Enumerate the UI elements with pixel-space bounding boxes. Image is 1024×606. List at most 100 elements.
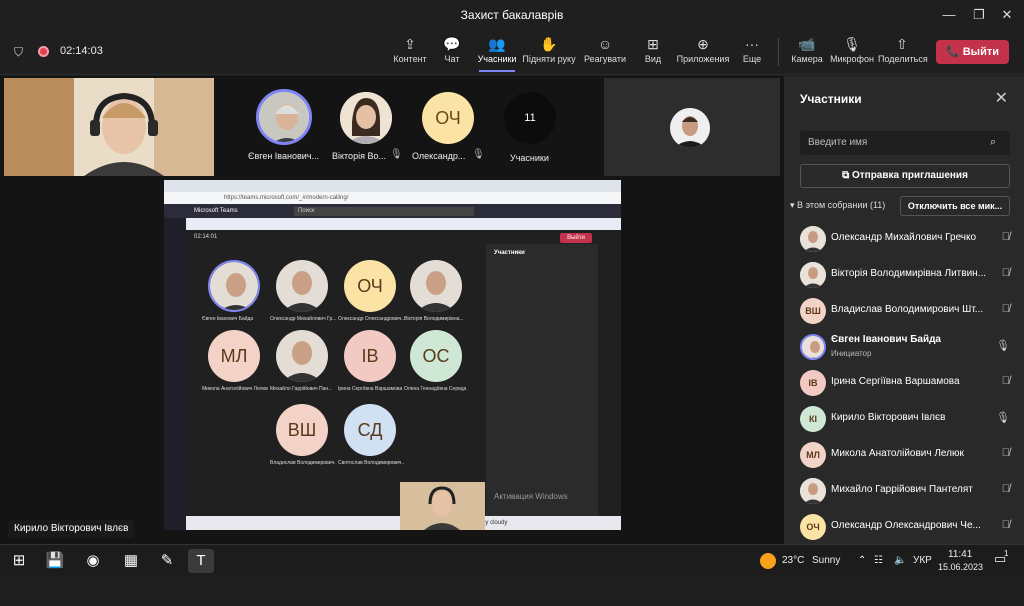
shared-avatar-initials: ОС	[410, 330, 462, 382]
window-title: Захист бакалаврів	[460, 8, 564, 22]
participant-search-input[interactable]: Введите имя	[800, 131, 1010, 155]
speaker-icon[interactable]: 🔈	[894, 555, 906, 566]
calculator-icon[interactable]: ▦	[118, 549, 144, 573]
save-app-icon[interactable]: 💾	[42, 549, 68, 573]
participant-row[interactable]: ВШ Владислав Володимирович Шт... 🎙̸	[784, 293, 1024, 329]
avatar-photo	[670, 108, 710, 148]
participant-row[interactable]: Євген Іванович Байда Инициатор 🎙	[784, 329, 1024, 365]
avatar-initials: МЛ	[800, 442, 826, 468]
react-button[interactable]: ☺ Реагувати	[580, 34, 630, 70]
participant-role: Инициатор	[831, 349, 872, 358]
mic-icon: 🎙	[996, 412, 1010, 424]
chat-icon: 💬	[443, 36, 461, 52]
share-icon: ⧉	[842, 170, 852, 181]
participant-name: Владислав Володимирович Шт...	[831, 304, 984, 315]
chrome-icon[interactable]: ◉	[80, 549, 106, 573]
sun-icon	[760, 553, 776, 569]
language-indicator[interactable]: УКР	[913, 555, 932, 566]
apps-button[interactable]: ⊕ Приложения	[676, 34, 730, 70]
participant-row[interactable]: Олександр Михайлович Гречко 🎙̸	[784, 221, 1024, 257]
panel-title: Участники	[800, 92, 862, 106]
shared-app-name: Microsoft Teams	[194, 208, 238, 214]
meeting-toolbar: ⛉ 02:14:03 ⇪ Контент 💬 Чат 👥 Учасники ✋ Підн…	[0, 30, 1024, 75]
participant-row[interactable]: ІВ Ірина Сергіївна Варшамова 🎙̸	[784, 365, 1024, 401]
avatar-photo	[800, 478, 826, 504]
smile-icon: ☺	[597, 36, 613, 52]
shared-tile-name: Євген Іванович Байда	[202, 316, 254, 322]
mute-all-button[interactable]: Отключить все мик...	[900, 196, 1010, 216]
raise-hand-button[interactable]: ✋ Підняти руку	[522, 34, 576, 70]
share-screen-icon: ⇧	[896, 36, 908, 52]
paint-icon[interactable]: ✎	[154, 549, 180, 573]
call-timer: 02:14:03	[60, 45, 103, 57]
participant-row[interactable]: МЛ Микола Анатолійович Лелюк 🎙̸	[784, 437, 1024, 473]
avatar-photo	[800, 226, 826, 252]
participant-name: Микола Анатолійович Лелюк	[831, 448, 964, 459]
grid-icon: ⊞	[647, 36, 659, 52]
tile-name: Євген Іванович...	[248, 151, 319, 161]
participant-row[interactable]: Вікторія Володимирівна Литвин... 🎙̸	[784, 257, 1024, 293]
shared-screen: https://teams.microsoft.com/_#/modern-ca…	[164, 180, 621, 530]
search-icon[interactable]: ⌕	[990, 136, 996, 149]
invite-button[interactable]: ⧉ Отправка приглашения	[800, 164, 1010, 188]
chat-button[interactable]: 💬 Чат	[436, 34, 468, 70]
network-icon[interactable]: ☷	[874, 555, 883, 566]
people-icon: 👥	[488, 36, 506, 52]
shared-participants-panel	[486, 244, 598, 530]
participant-count[interactable]: 11	[504, 92, 556, 144]
weather-text[interactable]: Sunny	[812, 555, 840, 566]
teams-rail	[164, 218, 186, 530]
participant-name: Олександр Михайлович Гречко	[831, 232, 977, 243]
view-button[interactable]: ⊞ Вид	[638, 34, 668, 70]
participant-row[interactable]: Михайло Гаррійович Пантелят 🎙̸	[784, 473, 1024, 509]
mic-off-icon: 🎙̸	[1001, 267, 1010, 279]
weather-temp[interactable]: 23°C	[782, 555, 804, 566]
avatar-initials: ІВ	[800, 370, 826, 396]
section-header[interactable]: ▾ В этом собрании (11)	[790, 200, 885, 211]
mic-off-icon: 🎙̸	[1001, 447, 1010, 459]
teams-icon[interactable]: T	[188, 549, 214, 573]
minimize-button[interactable]: —	[938, 4, 960, 26]
shared-search: Поиск	[294, 207, 474, 216]
clock-time[interactable]: 11:41	[948, 549, 972, 560]
participants-panel: Участники ✕ Введите имя ⌕ ⧉ Отправка при…	[784, 76, 1024, 544]
webcam-video	[4, 78, 214, 176]
avatar-initials: ОЧ	[422, 92, 474, 144]
avatar-photo	[256, 89, 312, 145]
shield-icon: ⛉	[14, 45, 24, 59]
video-tile-speaker[interactable]	[4, 78, 214, 176]
start-icon[interactable]: ⊞	[6, 549, 32, 573]
participant-name: Кирило Вікторович Івлєв	[831, 412, 946, 423]
shared-tile-name: Олександр Олександрович...	[338, 316, 404, 322]
avatar-photo	[800, 334, 826, 360]
microphone-button[interactable]: 🎙 Микрофон	[830, 34, 874, 70]
close-icon[interactable]: ✕	[995, 88, 1008, 108]
participant-name: Вікторія Володимирівна Литвин...	[831, 268, 987, 279]
clock-date[interactable]: 15.06.2023	[938, 562, 983, 572]
mic-off-icon: 🎙	[390, 149, 403, 160]
video-tile-camera-off[interactable]	[604, 78, 780, 176]
chevron-up-icon[interactable]: ⌃	[858, 555, 866, 566]
shared-self-video	[400, 482, 485, 530]
tile-name: Вікторія Во...	[332, 151, 386, 161]
close-window-button[interactable]: ✕	[996, 4, 1018, 26]
more-button[interactable]: ··· Еще	[738, 34, 766, 70]
share-content-button[interactable]: ⇪ Контент	[390, 34, 430, 70]
self-name-label: Кирило Вікторович Івлєв	[8, 520, 135, 538]
shared-timer: 02:14:01	[194, 234, 218, 240]
activation-watermark: Активация Windows	[494, 492, 568, 501]
share-screen-button[interactable]: ⇧ Поделиться	[878, 34, 928, 70]
shared-tile-name: Олександр Михайлович Гр...	[270, 316, 336, 322]
participant-name: Михайло Гаррійович Пантелят	[831, 484, 973, 495]
participant-row[interactable]: ОЧ Олександр Олександрович Че... 🎙̸	[784, 509, 1024, 545]
notification-count: 1	[1004, 549, 1009, 558]
shared-avatar-initials: СД	[344, 404, 396, 456]
restore-button[interactable]: ❐	[968, 4, 990, 26]
leave-button[interactable]: 📞 Выйти	[936, 40, 1009, 64]
participant-row[interactable]: КІ Кирило Вікторович Івлєв 🎙	[784, 401, 1024, 437]
participants-button[interactable]: 👥 Учасники	[474, 34, 520, 72]
camera-button[interactable]: 📹 Камера	[790, 34, 824, 70]
participant-name: Ірина Сергіївна Варшамова	[831, 376, 960, 387]
shared-avatar-initials: ВШ	[276, 404, 328, 456]
avatar-initials: ОЧ	[800, 514, 826, 540]
